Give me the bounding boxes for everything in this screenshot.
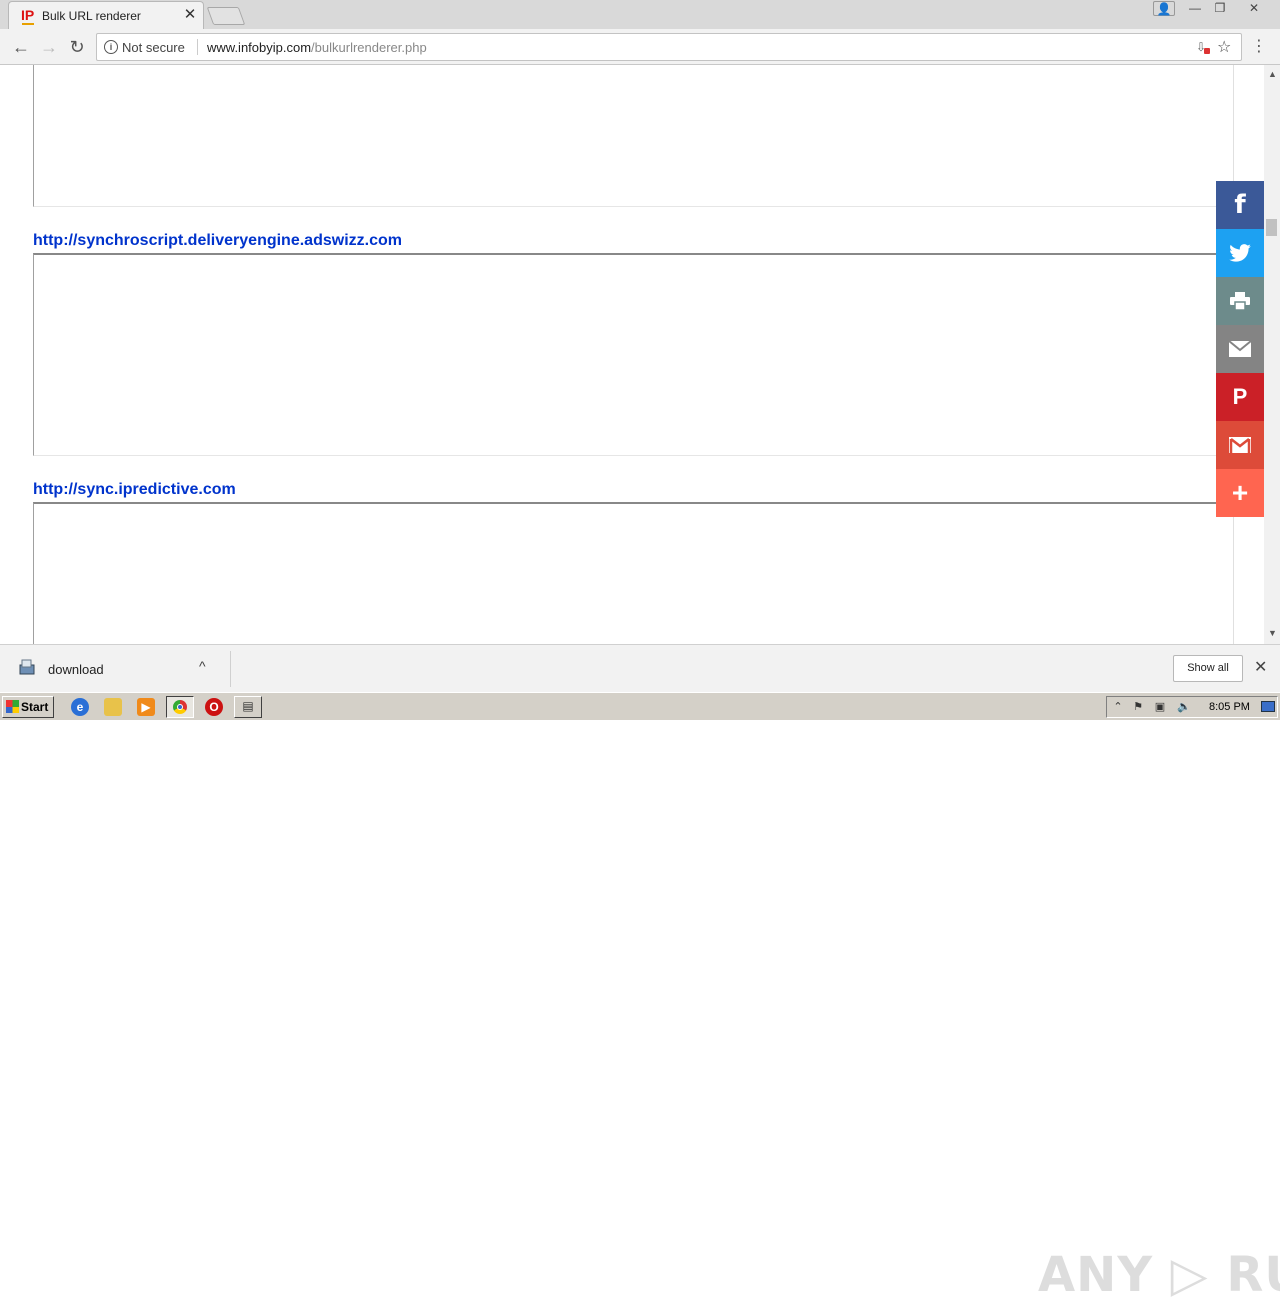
twitter-bird-icon <box>1229 244 1251 262</box>
url-host: www.infobyip.com <box>207 40 312 55</box>
start-button[interactable]: Start <box>2 696 54 718</box>
print-share-icon[interactable] <box>1216 277 1264 325</box>
chrome-icon <box>173 700 187 714</box>
url-path: /bulkurlrenderer.php <box>311 40 427 55</box>
twitter-share-icon[interactable] <box>1216 229 1264 277</box>
start-label: Start <box>21 700 49 714</box>
show-hidden-icons-icon[interactable]: ⌃ <box>1111 700 1125 714</box>
scroll-thumb[interactable] <box>1266 219 1277 236</box>
pinterest-share-icon[interactable]: P <box>1216 373 1264 421</box>
system-tray: ⌃ ⚑ ▣ 🔈 8:05 PM <box>1106 696 1278 718</box>
bookmark-star-icon[interactable]: ☆ <box>1217 37 1231 57</box>
tab-close-icon[interactable]: ✕ <box>183 7 197 23</box>
url-text[interactable]: www.infobyip.com/bulkurlrenderer.php <box>207 40 427 55</box>
chrome-taskbar-button[interactable] <box>166 696 194 718</box>
social-share-bar: f P + <box>1216 181 1264 517</box>
forward-arrow-icon[interactable]: → <box>39 37 59 57</box>
network-icon[interactable]: ▣ <box>1153 700 1167 714</box>
omnibox-divider <box>197 39 198 55</box>
reload-icon[interactable]: ↻ <box>67 37 87 57</box>
rendered-frame[interactable] <box>33 502 1234 644</box>
windows-taskbar: Start e ▶ O ▤ ⌃ ⚑ ▣ 🔈 8:05 PM <box>0 692 1280 720</box>
rendered-frame[interactable] <box>33 65 1234 207</box>
email-share-icon[interactable] <box>1216 325 1264 373</box>
new-tab-button[interactable] <box>206 7 246 25</box>
anyrun-watermark-logo: ANY ▷ RUN <box>1038 1247 1280 1303</box>
internet-explorer-icon[interactable]: e <box>71 698 89 716</box>
facebook-share-icon[interactable]: f <box>1216 181 1264 229</box>
chevron-up-icon[interactable]: ^ <box>199 658 206 674</box>
opera-icon[interactable]: O <box>205 698 223 716</box>
back-arrow-icon[interactable]: ← <box>11 37 31 57</box>
shelf-divider <box>230 651 231 687</box>
more-share-icon[interactable]: + <box>1216 469 1264 517</box>
gmail-share-icon[interactable] <box>1216 421 1264 469</box>
file-explorer-icon[interactable] <box>104 698 122 716</box>
entry-url-link[interactable]: http://sync.ipredictive.com <box>33 481 236 499</box>
download-file-name[interactable]: download <box>48 662 104 677</box>
rendered-frame[interactable] <box>33 253 1234 456</box>
show-all-downloads-button[interactable]: Show all <box>1173 655 1243 682</box>
action-center-flag-icon[interactable]: ⚑ <box>1131 700 1145 714</box>
printer-icon <box>1230 292 1250 310</box>
show-desktop-icon[interactable] <box>1261 701 1275 712</box>
user-profile-icon[interactable]: 👤 <box>1153 1 1175 16</box>
windows-logo-icon <box>6 700 19 713</box>
download-shelf: download ^ ANY ▷ RUN Show all ✕ <box>0 644 1280 1303</box>
close-window-icon[interactable]: ✕ <box>1241 1 1267 16</box>
minimize-window-icon[interactable]: — <box>1184 1 1206 16</box>
entry-url-link[interactable]: http://synchroscript.deliveryengine.adsw… <box>33 232 402 250</box>
security-label[interactable]: Not secure <box>122 40 185 55</box>
scroll-up-arrow-icon[interactable]: ▲ <box>1268 69 1277 79</box>
info-icon[interactable]: i <box>104 40 118 54</box>
site-favicon-icon: IP <box>21 7 37 25</box>
downloaded-file-icon[interactable] <box>19 659 35 675</box>
notepad-taskbar-button[interactable]: ▤ <box>234 696 262 718</box>
envelope-icon <box>1229 341 1251 357</box>
tab-title: Bulk URL renderer <box>42 9 141 23</box>
page-scrollbar[interactable]: ▲ ▼ <box>1264 65 1280 644</box>
close-shelf-icon[interactable]: ✕ <box>1254 657 1267 677</box>
blocked-download-icon[interactable]: ⇩ <box>1196 40 1210 54</box>
tray-clock[interactable]: 8:05 PM <box>1209 701 1250 713</box>
browser-toolbar: ← → ↻ i Not secure www.infobyip.com/bulk… <box>0 29 1280 65</box>
restore-window-icon[interactable]: ❐ <box>1209 1 1231 16</box>
address-bar[interactable]: i Not secure www.infobyip.com/bulkurlren… <box>96 33 1242 61</box>
volume-icon[interactable]: 🔈 <box>1177 700 1191 714</box>
browser-tab[interactable]: IP Bulk URL renderer ✕ <box>8 1 204 29</box>
browser-menu-icon[interactable]: ⋮ <box>1251 37 1267 57</box>
media-player-icon[interactable]: ▶ <box>137 698 155 716</box>
gmail-envelope-icon <box>1229 437 1251 453</box>
page-viewport: http://synchroscript.deliveryengine.adsw… <box>0 65 1264 644</box>
scroll-down-arrow-icon[interactable]: ▼ <box>1268 628 1277 638</box>
browser-title-bar: IP Bulk URL renderer ✕ 👤 — ❐ ✕ <box>0 0 1280 29</box>
